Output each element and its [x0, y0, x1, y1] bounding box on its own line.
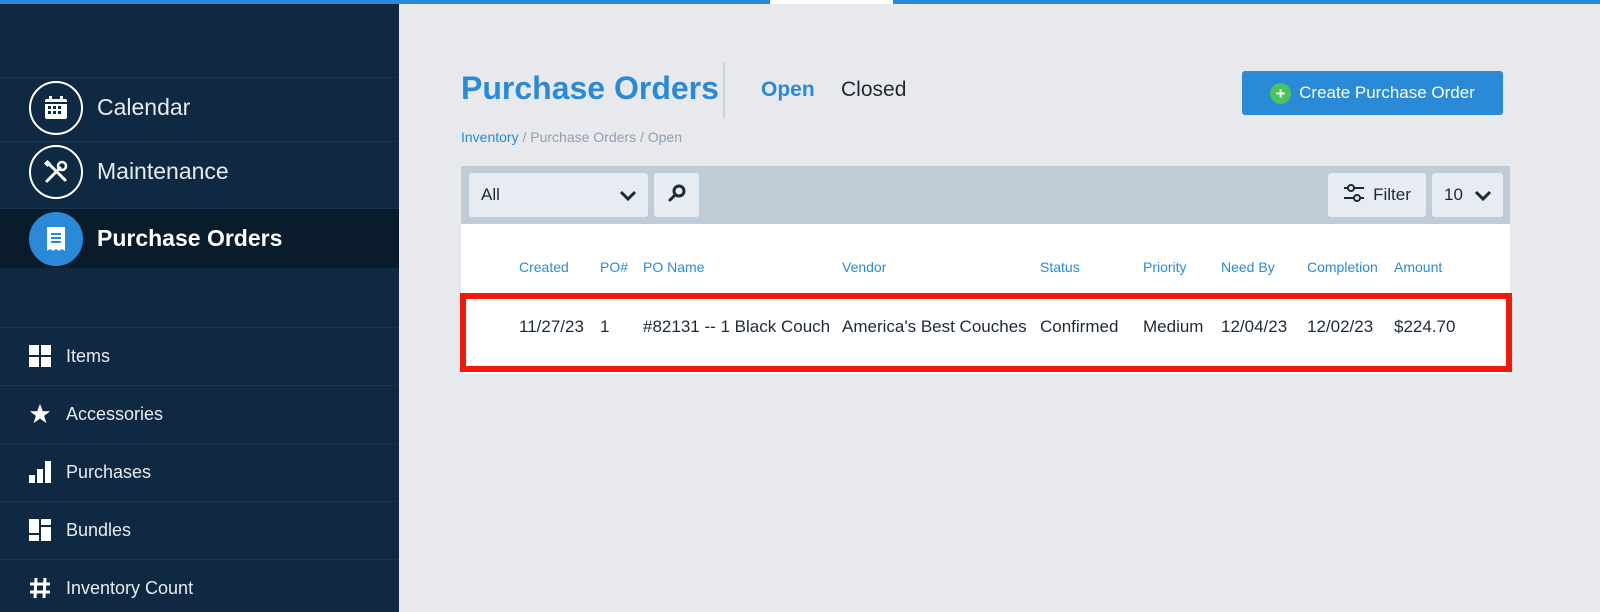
create-button-label: Create Purchase Order — [1299, 83, 1475, 102]
plus-icon: + — [1270, 82, 1292, 104]
page-title: Purchase Orders — [461, 70, 719, 106]
status-filter-select[interactable]: All — [469, 173, 648, 217]
tab-closed[interactable]: Closed — [841, 78, 906, 102]
sidebar-item-calendar[interactable]: Calendar — [0, 77, 399, 137]
tools-icon — [29, 144, 83, 199]
table-toolbar: All Filter 10 — [461, 166, 1510, 224]
column-header-amount[interactable]: Amount — [1394, 259, 1442, 275]
sidebar-item-label: Bundles — [66, 519, 132, 540]
sidebar: Calendar Maintenance Purchase Orders Ite… — [0, 0, 399, 612]
sidebar-item-purchases[interactable]: Purchases — [0, 443, 399, 500]
column-header-po-name[interactable]: PO Name — [643, 259, 704, 275]
title-divider — [723, 62, 725, 119]
sidebar-item-maintenance[interactable]: Maintenance — [0, 141, 399, 201]
loading-progress-bar — [0, 0, 1600, 4]
sidebar-item-items[interactable]: Items — [0, 327, 399, 384]
filter-button[interactable]: Filter — [1328, 173, 1426, 217]
row-highlight-box — [460, 293, 1512, 372]
hash-icon — [28, 576, 52, 600]
sidebar-item-label: Purchases — [66, 461, 152, 482]
grid-icon — [28, 344, 52, 368]
column-header-need-by[interactable]: Need By — [1221, 259, 1275, 275]
sidebar-item-purchase-orders[interactable]: Purchase Orders — [0, 208, 399, 268]
search-icon — [668, 184, 686, 207]
create-purchase-order-button[interactable]: + Create Purchase Order — [1242, 71, 1503, 115]
column-header-created[interactable]: Created — [519, 259, 569, 275]
sidebar-item-inventory-count[interactable]: Inventory Count — [0, 559, 399, 612]
per-page-value: 10 — [1444, 185, 1463, 204]
star-icon — [28, 402, 52, 426]
bundle-icon — [28, 518, 52, 542]
sliders-icon — [1343, 183, 1373, 208]
search-button[interactable] — [654, 173, 699, 217]
tab-open[interactable]: Open — [761, 78, 815, 102]
column-header-po-number[interactable]: PO# — [600, 259, 628, 275]
per-page-select[interactable]: 10 — [1432, 173, 1503, 217]
sidebar-item-label: Accessories — [66, 403, 164, 424]
chevron-down-icon — [1473, 185, 1493, 210]
sidebar-item-accessories[interactable]: Accessories — [0, 385, 399, 442]
sidebar-item-label: Inventory Count — [66, 577, 194, 598]
select-value: All — [481, 185, 500, 204]
sidebar-item-label: Items — [66, 345, 111, 366]
breadcrumb-rest: / Purchase Orders / Open — [518, 129, 682, 145]
calendar-icon — [29, 80, 83, 135]
sidebar-item-label: Maintenance — [97, 158, 229, 184]
filter-label: Filter — [1373, 185, 1411, 204]
column-header-vendor[interactable]: Vendor — [842, 259, 886, 275]
column-header-status[interactable]: Status — [1040, 259, 1080, 275]
receipt-icon — [29, 211, 83, 266]
sidebar-item-label: Calendar — [97, 94, 191, 120]
breadcrumb-inventory-link[interactable]: Inventory — [461, 129, 519, 145]
sidebar-item-label: Purchase Orders — [97, 225, 283, 251]
column-header-priority[interactable]: Priority — [1143, 259, 1187, 275]
sidebar-item-bundles[interactable]: Bundles — [0, 501, 399, 558]
chevron-down-icon — [618, 185, 638, 210]
bar-chart-icon — [28, 460, 52, 484]
column-header-completion[interactable]: Completion — [1307, 259, 1378, 275]
breadcrumb: Inventory / Purchase Orders / Open — [461, 129, 682, 145]
